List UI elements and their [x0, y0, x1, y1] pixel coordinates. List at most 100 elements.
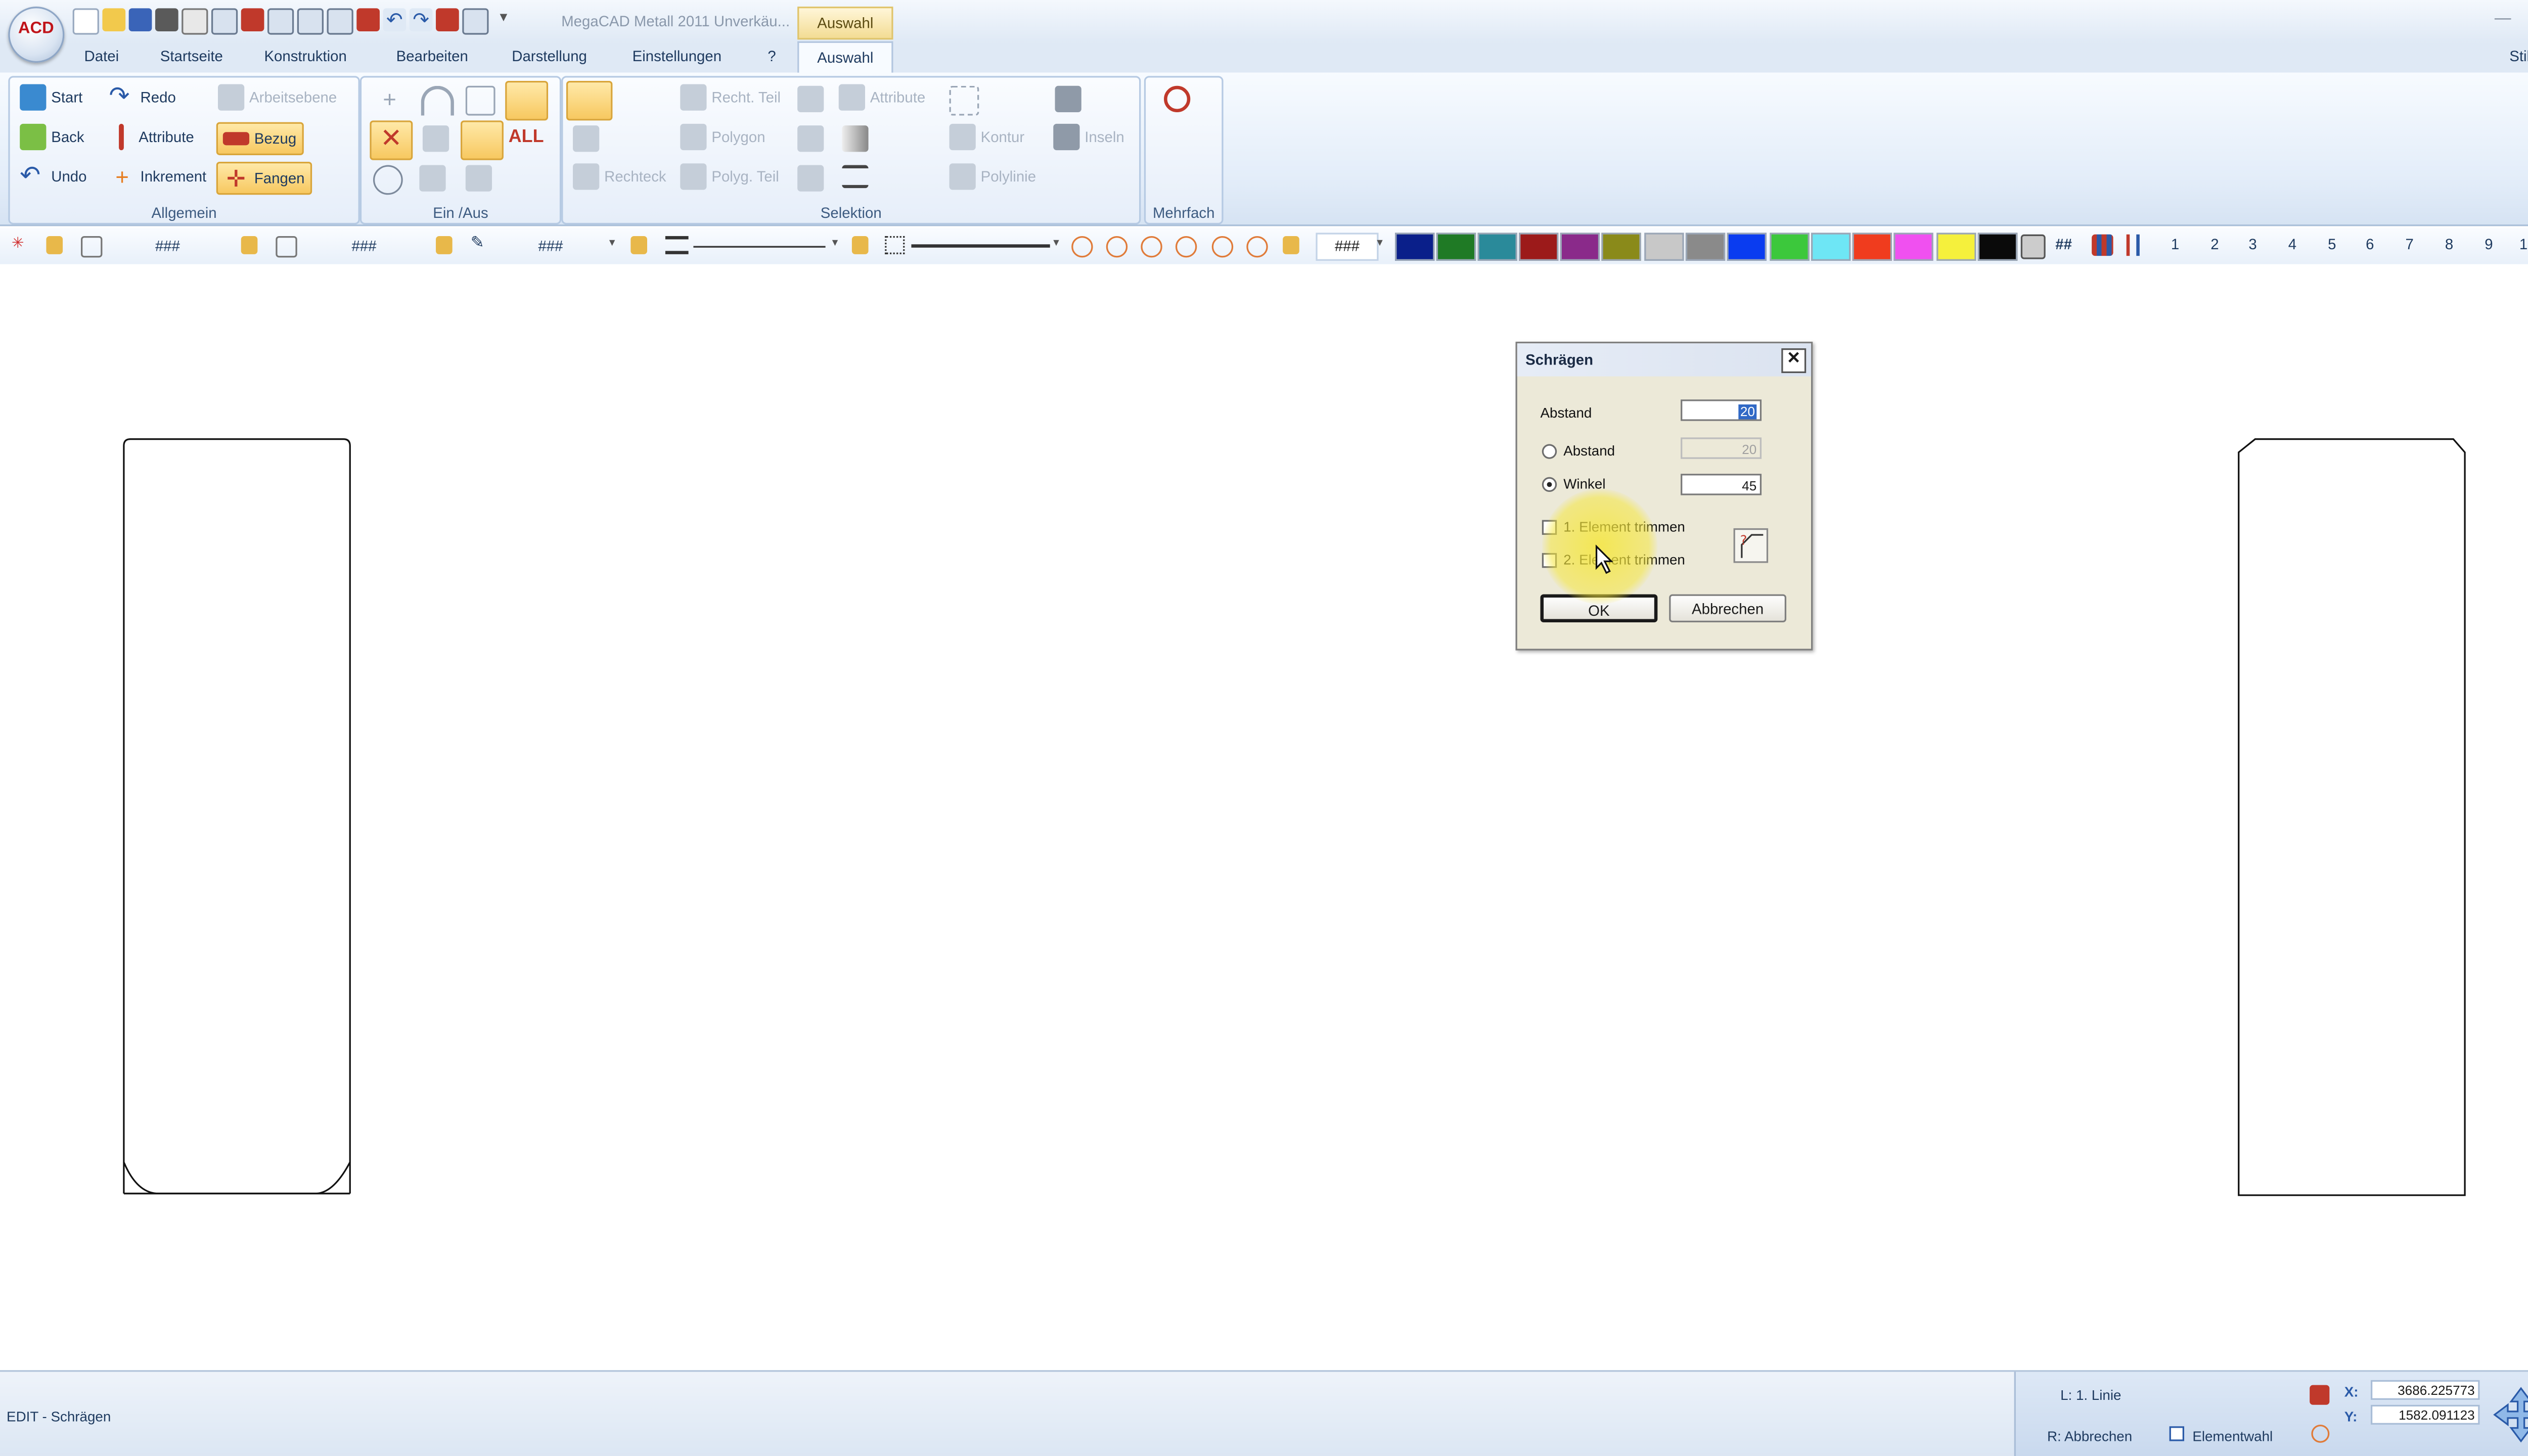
element-selection-label[interactable]: Elementwahl [2192, 1428, 2273, 1444]
save-icon[interactable] [128, 8, 152, 32]
color-swatch[interactable] [1936, 233, 1976, 261]
bezug-button[interactable]: Bezug [216, 122, 303, 155]
color-swatch[interactable] [1893, 233, 1933, 261]
zoom-previous-icon[interactable] [1211, 236, 1234, 258]
group-select-icon[interactable] [797, 125, 824, 152]
trim-element2-checkbox[interactable] [1542, 553, 1557, 568]
second-abstand-input[interactable]: 20 [1681, 437, 1762, 459]
tab-datei[interactable]: Datei [84, 48, 119, 65]
select-all-icon[interactable] [566, 80, 613, 121]
pdf-icon[interactable] [462, 8, 489, 35]
3d-box-icon[interactable] [505, 80, 549, 121]
line-type-preview[interactable] [693, 246, 826, 248]
line-type-icon[interactable] [665, 236, 689, 254]
layer-number-2[interactable]: 2 [2210, 236, 2219, 253]
layer-number-4[interactable]: 4 [2288, 236, 2296, 253]
element-selection-icon[interactable] [2169, 1426, 2184, 1441]
fangen-button[interactable]: ✛ Fangen [216, 161, 311, 195]
abstand-radio[interactable] [1542, 444, 1557, 459]
winkel-radio[interactable] [1542, 477, 1557, 492]
abstand-input[interactable]: 20 [1681, 399, 1762, 421]
sheet-icon[interactable] [297, 8, 324, 35]
ok-button[interactable]: OK [1540, 594, 1658, 623]
inseln-button[interactable]: Inseln [1053, 120, 1124, 153]
layer-color-icon[interactable] [80, 236, 103, 258]
line-width-icon[interactable] [885, 236, 905, 254]
lock-icon[interactable] [851, 236, 869, 254]
layer-number-9[interactable]: 9 [2485, 236, 2493, 253]
color-picker-icon[interactable] [2020, 234, 2046, 259]
tab-startseite[interactable]: Startseite [160, 48, 223, 65]
layout-icon[interactable] [211, 8, 238, 35]
line-type-dropdown-icon[interactable]: ▾ [832, 236, 838, 249]
recht-teil-button[interactable]: Recht. Teil [680, 81, 781, 114]
kontur-button[interactable]: Kontur [949, 120, 1024, 153]
pen-field[interactable]: ### [538, 238, 563, 254]
circle-icon[interactable] [373, 165, 403, 195]
import-icon[interactable] [267, 8, 294, 35]
arc-icon[interactable] [421, 85, 454, 116]
style-menu[interactable]: Stil [2509, 48, 2528, 65]
layer-number-1[interactable]: 1 [2171, 236, 2179, 253]
multi-select-icon[interactable] [1164, 85, 1191, 113]
snap-status-icon[interactable] [2310, 1385, 2330, 1405]
layer-number-10[interactable]: 10 [2519, 236, 2528, 253]
color-swatch[interactable] [1770, 233, 1810, 261]
zoom-field[interactable]: ### [1316, 233, 1379, 261]
layer-number-6[interactable]: 6 [2366, 236, 2374, 253]
zoom-dropdown-icon[interactable]: ▾ [1377, 236, 1382, 249]
tab-help[interactable]: ? [768, 48, 776, 65]
polylinie-button[interactable]: Polylinie [949, 160, 1036, 193]
crosshair-icon[interactable] [2311, 1424, 2330, 1443]
layer-number-3[interactable]: 3 [2248, 236, 2256, 253]
point-icon[interactable]: + [376, 86, 402, 112]
layer-field[interactable]: ### [155, 238, 180, 254]
select-screen-icon[interactable] [573, 125, 600, 152]
layer-grid-icon[interactable] [2092, 234, 2113, 256]
color-swatch[interactable] [1436, 233, 1476, 261]
color-swatch[interactable] [1977, 233, 2018, 261]
tab-auswahl[interactable]: Auswahl [797, 41, 893, 74]
arbeitsebene-button[interactable]: Arbeitsebene [218, 81, 337, 114]
abbrechen-button[interactable]: Abbrechen [1669, 594, 1787, 623]
redo-button[interactable]: ↷ Redo [109, 81, 176, 114]
dialog-close-button[interactable]: ✕ [1781, 348, 1807, 373]
y-coordinate-field[interactable]: 1582.091123 [2370, 1404, 2480, 1425]
drawing-canvas[interactable] [0, 264, 2528, 1371]
cube-icon[interactable] [1055, 85, 1081, 113]
navigation-arrows-icon[interactable] [2491, 1385, 2528, 1445]
asterisk-icon[interactable]: ✳ [12, 235, 24, 253]
group-field[interactable]: ### [352, 238, 377, 254]
redo-icon[interactable]: ↷ [409, 8, 433, 32]
frame-icon[interactable] [327, 8, 353, 35]
dialog-title-bar[interactable]: Schrägen ✕ [1517, 343, 1812, 377]
polygon-button[interactable]: Polygon [680, 120, 765, 153]
color-swatch[interactable] [1519, 233, 1559, 261]
contour-icon[interactable] [461, 120, 504, 160]
minimize-icon[interactable]: — [2495, 10, 2511, 28]
layer-icon[interactable] [797, 85, 824, 113]
tab-konstruktion[interactable]: Konstruktion [264, 48, 346, 65]
tab-darstellung[interactable]: Darstellung [512, 48, 587, 65]
lock-icon[interactable] [436, 236, 453, 254]
undo-icon[interactable]: ↶ [383, 8, 407, 32]
layer-numbers-toggle[interactable]: ## [2055, 236, 2072, 253]
line-style-icon[interactable] [842, 165, 869, 189]
customize-qat-icon[interactable]: ▾ [492, 8, 515, 31]
text-tool-icon[interactable] [436, 8, 459, 32]
all-button[interactable]: ALL [509, 127, 544, 147]
snap-icon[interactable] [422, 125, 449, 152]
color-swatch[interactable] [1601, 233, 1641, 261]
lock-icon[interactable] [1283, 236, 1299, 254]
intersect-icon[interactable]: ✕ [370, 120, 413, 160]
parallelogram-icon[interactable] [465, 165, 492, 192]
print-icon[interactable] [155, 8, 178, 32]
tab-bearbeiten[interactable]: Bearbeiten [396, 48, 468, 65]
zoom-pan-icon[interactable] [1246, 236, 1268, 258]
layer-number-5[interactable]: 5 [2328, 236, 2336, 253]
color-swatch[interactable] [1685, 233, 1726, 261]
color-swatch[interactable] [1727, 233, 1767, 261]
color-swatch[interactable] [1644, 233, 1684, 261]
zoom-in-icon[interactable] [1175, 236, 1197, 258]
undo-button[interactable]: ↶ Undo [20, 160, 86, 193]
